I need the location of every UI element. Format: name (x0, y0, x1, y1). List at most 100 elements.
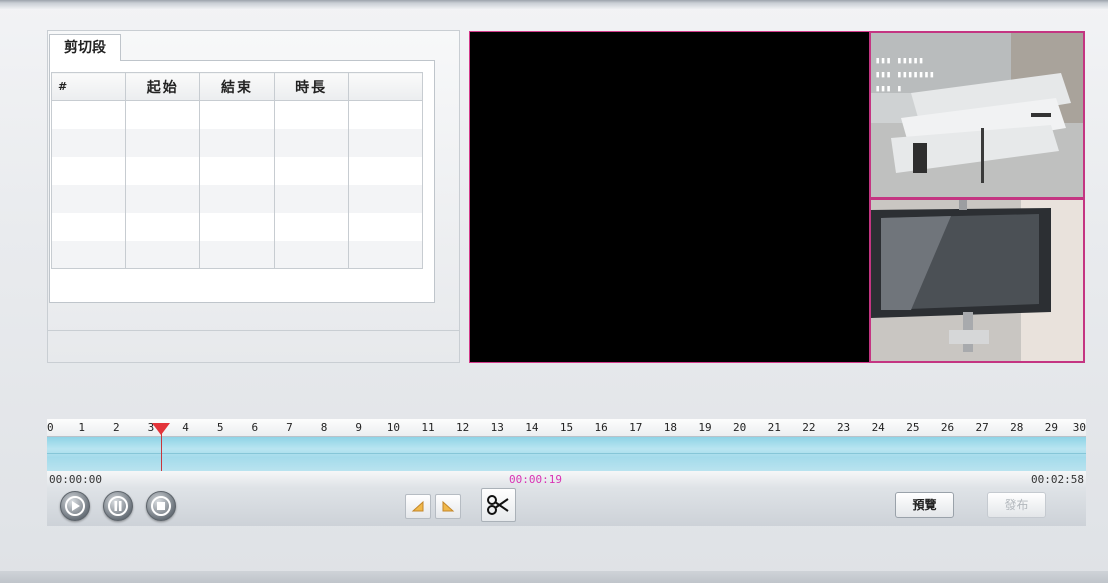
timeline-tick-label: 17 (629, 421, 643, 434)
timeline-tick-label: 13 (490, 421, 504, 434)
table-cell (125, 156, 201, 185)
table-row[interactable] (50, 156, 424, 185)
set-out-point-button[interactable] (435, 494, 461, 519)
timeline-tick-label: 12 (455, 421, 470, 434)
timeline-tick-label: 20 (733, 421, 747, 434)
timeline-tick-label: 2 (112, 421, 120, 434)
track-divider (47, 453, 1086, 454)
clip-segments-panel: 剪切段 # 起始 結束 時長 (47, 30, 460, 363)
column-header-duration[interactable]: 時長 (273, 72, 349, 101)
table-cell (273, 240, 349, 269)
play-icon (65, 496, 85, 516)
timeline-tick-label: 10 (386, 421, 400, 434)
table-cell (199, 156, 275, 185)
camera-feed-classroom[interactable]: ▮▮▮ ▮▮▮▮▮ ▮▮▮ ▮▮▮▮▮▮▮ ▮▮▮ ▮ (869, 31, 1085, 199)
scissors-icon (487, 495, 509, 515)
table-row[interactable] (50, 128, 424, 157)
table-row[interactable] (50, 212, 424, 241)
table-cell (50, 212, 127, 241)
table-cell (50, 156, 127, 185)
timeline-tick-label: 4 (182, 421, 189, 434)
timeline-tick-label: 16 (594, 421, 608, 434)
clip-panel-inner: 剪切段 # 起始 結束 時長 (48, 31, 460, 331)
column-header-index[interactable]: # (50, 72, 127, 101)
timeline-tick-label: 9 (355, 421, 362, 434)
start-time: 00:00:00 (49, 473, 102, 486)
column-header-end[interactable]: 結束 (199, 72, 275, 101)
table-cell (50, 128, 127, 157)
timeline-tick-label: 11 (421, 421, 435, 434)
camera-feed-display[interactable] (869, 198, 1085, 363)
tab-clip-segments[interactable]: 剪切段 (49, 34, 121, 61)
timeline-tick-label: 26 (940, 421, 955, 434)
table-cell (273, 128, 349, 157)
timeline-tick-label: 23 (836, 421, 851, 434)
timeline-tick-label: 27 (975, 421, 989, 434)
table-cell (199, 184, 275, 213)
timeline-tick-label: 25 (906, 421, 920, 434)
timeline-tick-label: 21 (767, 421, 781, 434)
table-cell (347, 100, 424, 129)
main-video-player[interactable] (469, 31, 870, 363)
timeline-tick-label: 8 (320, 421, 328, 434)
table-row[interactable] (50, 240, 424, 269)
timeline-tick-label: 5 (216, 421, 224, 434)
timeline-tick-label: 30 (1072, 421, 1086, 434)
timeline-tick-label: 22 (802, 421, 816, 434)
table-row[interactable] (50, 184, 424, 213)
preview-button[interactable]: 預覽 (895, 492, 954, 518)
table-cell (347, 212, 424, 241)
timeline-tick-label: 0 (47, 421, 54, 434)
timeline-ruler[interactable]: 0 1 2 3 4 5 6 7 8 9 10 11 12 13 14 15 16 17 18 19 20 21 22 23 24… (47, 419, 1086, 437)
column-header-start[interactable]: 起始 (125, 72, 201, 101)
table-cell (125, 128, 201, 157)
stop-button[interactable] (146, 491, 176, 521)
end-time: 00:02:58 (1031, 473, 1084, 486)
table-row[interactable] (50, 100, 424, 129)
bottom-border (0, 571, 1108, 583)
table-cell (50, 100, 127, 129)
timeline-tick-label: 1 (78, 421, 85, 434)
publish-button[interactable]: 發布 (987, 492, 1046, 518)
timeline-tick-label: 6 (251, 421, 259, 434)
svg-text:▮▮▮ ▮▮▮▮▮▮▮: ▮▮▮ ▮▮▮▮▮▮▮ (875, 70, 935, 80)
classroom-image: ▮▮▮ ▮▮▮▮▮ ▮▮▮ ▮▮▮▮▮▮▮ ▮▮▮ ▮ (871, 33, 1083, 197)
table-cell (347, 184, 424, 213)
top-border (0, 0, 1108, 9)
table-cell (273, 156, 349, 185)
column-header-extra (347, 72, 424, 101)
timeline-tick-label: 19 (698, 421, 712, 434)
cut-button[interactable] (481, 488, 516, 522)
current-time: 00:00:19 (509, 473, 562, 486)
table-cell (199, 212, 275, 241)
table-cell (199, 100, 275, 129)
clip-segments-table: # 起始 結束 時長 (50, 72, 424, 269)
timeline: 0 1 2 3 4 5 6 7 8 9 10 11 12 13 14 15 16 17 18 19 20 21 22 23 24… (47, 419, 1086, 526)
timeline-tick-label: 24 (871, 421, 885, 434)
table-cell (125, 212, 201, 241)
timeline-tick-label: 29 (1044, 421, 1058, 434)
table-cell (50, 240, 127, 269)
table-cell (50, 184, 127, 213)
timeline-track[interactable] (47, 437, 1086, 471)
timeline-tick-label: 15 (559, 421, 574, 434)
timeline-tick-label: 28 (1010, 421, 1024, 434)
pause-icon (108, 496, 128, 516)
timeline-tick-label: 18 (663, 421, 678, 434)
set-in-point-button[interactable] (405, 494, 431, 519)
stop-icon (151, 496, 171, 516)
table-cell (273, 184, 349, 213)
table-cell (273, 100, 349, 129)
svg-text:▮▮▮ ▮▮▮▮▮: ▮▮▮ ▮▮▮▮▮ (875, 56, 924, 66)
table-cell (125, 100, 201, 129)
pause-button[interactable] (103, 491, 133, 521)
display-image (871, 200, 1083, 361)
playhead-marker[interactable] (152, 423, 171, 435)
table-cell (199, 128, 275, 157)
mark-out-icon (442, 500, 455, 512)
play-button[interactable] (60, 491, 90, 521)
table-cell (273, 212, 349, 241)
table-cell (347, 156, 424, 185)
table-cell (347, 128, 424, 157)
mark-in-icon (411, 500, 424, 512)
